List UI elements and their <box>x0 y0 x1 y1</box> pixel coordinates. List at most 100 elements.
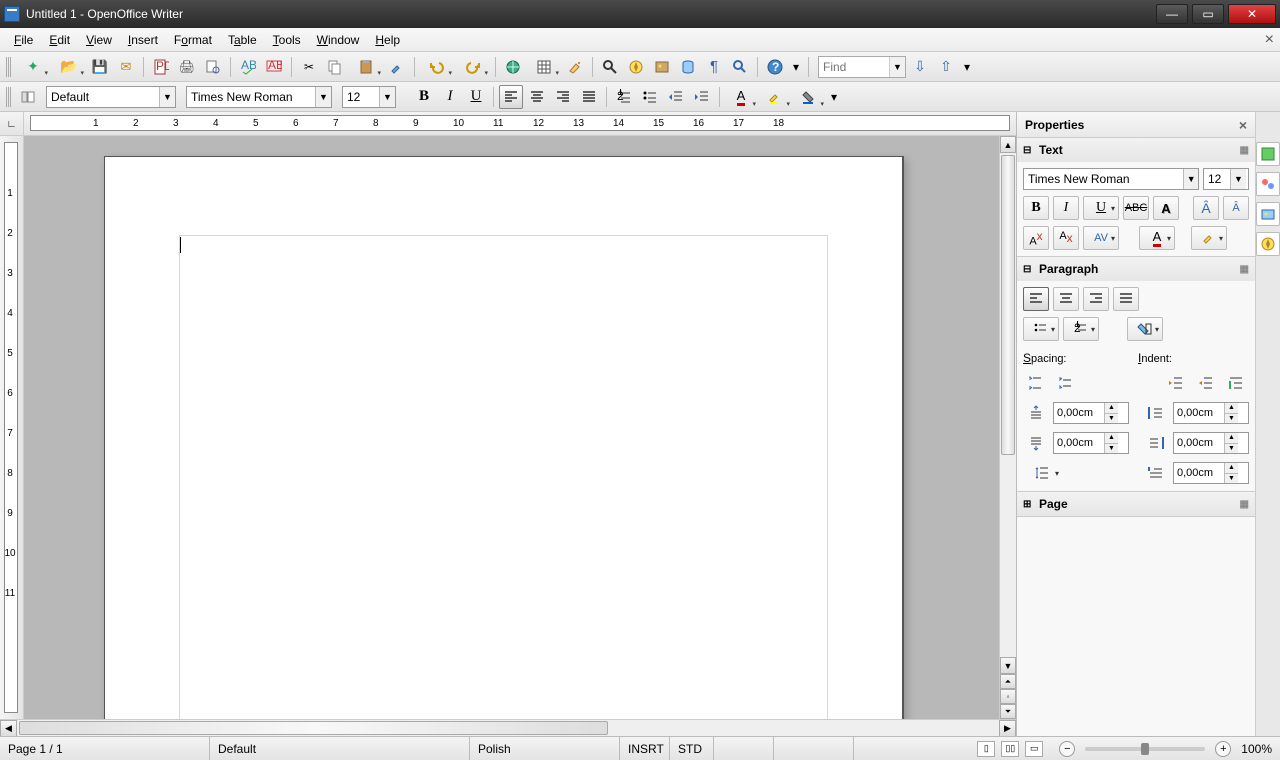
menu-format[interactable]: Format <box>166 30 220 50</box>
spacing-below-spinner[interactable]: ▲▼ <box>1053 432 1129 454</box>
panel-align-justify-button[interactable] <box>1113 287 1139 311</box>
panel-align-right-button[interactable] <box>1083 287 1109 311</box>
vertical-scrollbar[interactable]: ▲ ▼ ⏶ ◦ ⏷ <box>999 136 1016 719</box>
align-center-button[interactable] <box>525 85 549 109</box>
status-page[interactable]: Page 1 / 1 <box>0 737 210 760</box>
font-color-button[interactable]: A <box>725 85 757 109</box>
menu-table[interactable]: Table <box>220 30 265 50</box>
document-canvas[interactable] <box>24 136 999 719</box>
panel-font-name-combo[interactable]: ▼ <box>1023 168 1199 190</box>
toolbar-handle[interactable] <box>6 87 12 107</box>
styles-button[interactable] <box>16 85 40 109</box>
print-button[interactable]: 🖨 <box>175 55 199 79</box>
background-color-button[interactable] <box>793 85 825 109</box>
close-panel-button[interactable]: × <box>1239 117 1247 133</box>
menu-edit[interactable]: Edit <box>41 30 78 50</box>
undo-button[interactable] <box>420 55 454 79</box>
prev-page-button[interactable]: ⏶ <box>1000 674 1016 689</box>
status-signature[interactable] <box>774 737 854 760</box>
panel-bgcolor-button[interactable] <box>1127 317 1163 341</box>
navigator-button[interactable] <box>624 55 648 79</box>
decrease-indent-button[interactable] <box>664 85 688 109</box>
data-sources-button[interactable] <box>676 55 700 79</box>
page-section-header[interactable]: ⊞ Page ▦ <box>1017 492 1255 516</box>
zoom-out-button[interactable]: − <box>1059 741 1075 757</box>
panel-font-name-input[interactable] <box>1024 169 1183 189</box>
panel-subscript-button[interactable]: Ax <box>1053 226 1079 250</box>
increase-indent2-button[interactable] <box>1163 371 1189 395</box>
paragraph-style-dropdown[interactable]: ▼ <box>159 87 175 107</box>
paragraph-style-input[interactable] <box>47 87 159 107</box>
indent-right-spinner[interactable]: ▲▼ <box>1173 432 1249 454</box>
zoom-percent[interactable]: 100% <box>1241 742 1272 756</box>
menu-insert[interactable]: Insert <box>120 30 166 50</box>
status-style[interactable]: Default <box>210 737 470 760</box>
toolbar-handle[interactable] <box>6 57 12 77</box>
menu-help[interactable]: Help <box>367 30 408 50</box>
bold-button[interactable]: B <box>412 85 436 109</box>
numbered-list-button[interactable]: 12 <box>612 85 636 109</box>
status-language[interactable]: Polish <box>470 737 620 760</box>
find-input[interactable] <box>819 57 889 77</box>
indent-left-spinner[interactable]: ▲▼ <box>1173 402 1249 424</box>
find-overflow-button[interactable]: ▾ <box>960 55 974 79</box>
horizontal-ruler[interactable]: /*filled below*/ 12345678910111213141516… <box>30 115 1010 131</box>
panel-bullet-list-button[interactable] <box>1023 317 1059 341</box>
align-justify-button[interactable] <box>577 85 601 109</box>
gallery-button[interactable] <box>650 55 674 79</box>
close-document-button[interactable]: × <box>1265 31 1274 49</box>
increase-spacing-button[interactable] <box>1023 371 1049 395</box>
panel-superscript-button[interactable]: Ax <box>1023 226 1049 250</box>
scroll-right-button[interactable]: ▶ <box>999 720 1016 736</box>
indent-first-spinner[interactable]: ▲▼ <box>1173 462 1249 484</box>
auto-spellcheck-button[interactable]: ABC <box>262 55 286 79</box>
find-next-button[interactable]: ⇩ <box>908 55 932 79</box>
minimize-button[interactable]: — <box>1156 4 1188 24</box>
navigator-tab[interactable] <box>1256 232 1280 256</box>
zoom-thumb[interactable] <box>1141 743 1149 755</box>
zoom-in-button[interactable]: + <box>1215 741 1231 757</box>
panel-font-name-dropdown[interactable]: ▼ <box>1183 169 1198 189</box>
new-document-button[interactable]: ✦ <box>16 55 50 79</box>
panel-font-color-button[interactable]: A <box>1139 226 1175 250</box>
panel-shadow-button[interactable]: A <box>1153 196 1179 220</box>
multi-page-view-button[interactable]: ▯▯ <box>1001 741 1019 757</box>
spacing-above-spinner[interactable]: ▲▼ <box>1053 402 1129 424</box>
single-page-view-button[interactable]: ▯ <box>977 741 995 757</box>
copy-button[interactable] <box>323 55 347 79</box>
nav-button[interactable]: ◦ <box>1000 689 1016 704</box>
italic-button[interactable]: I <box>438 85 462 109</box>
menu-tools[interactable]: Tools <box>265 30 309 50</box>
increase-indent-button[interactable] <box>690 85 714 109</box>
find-dropdown[interactable]: ▼ <box>889 57 905 77</box>
vertical-ruler[interactable]: 1234567891011 <box>0 136 24 719</box>
decrease-spacing-button[interactable] <box>1053 371 1079 395</box>
next-page-button[interactable]: ⏷ <box>1000 704 1016 719</box>
panel-font-size-combo[interactable]: ▼ <box>1203 168 1249 190</box>
zoom-slider[interactable] <box>1085 747 1205 751</box>
status-selection-mode[interactable]: STD <box>670 737 714 760</box>
paste-button[interactable] <box>349 55 383 79</box>
save-button[interactable]: 💾 <box>88 55 112 79</box>
find-replace-button[interactable] <box>598 55 622 79</box>
scroll-down-button[interactable]: ▼ <box>1000 657 1016 674</box>
panel-strike-button[interactable]: ABC <box>1123 196 1149 220</box>
panel-number-list-button[interactable]: 12 <box>1063 317 1099 341</box>
scroll-left-button[interactable]: ◀ <box>0 720 17 736</box>
highlight-button[interactable] <box>759 85 791 109</box>
text-section-header[interactable]: ⊟ Text ▦ <box>1017 138 1255 162</box>
horizontal-scrollbar[interactable]: ◀ ▶ <box>0 719 1016 736</box>
export-pdf-button[interactable]: PDF <box>149 55 173 79</box>
book-view-button[interactable]: ▭ <box>1025 741 1043 757</box>
properties-tab[interactable] <box>1256 142 1280 166</box>
paragraph-style-combo[interactable]: ▼ <box>46 86 176 108</box>
redo-button[interactable] <box>456 55 490 79</box>
panel-spacing-button[interactable]: AV <box>1083 226 1119 250</box>
paragraph-section-header[interactable]: ⊟ Paragraph ▦ <box>1017 257 1255 281</box>
menu-window[interactable]: Window <box>309 30 368 50</box>
menu-file[interactable]: File <box>6 30 41 50</box>
decrease-indent2-button[interactable] <box>1193 371 1219 395</box>
close-button[interactable]: ✕ <box>1228 4 1276 24</box>
section-options-icon[interactable]: ▦ <box>1240 499 1249 510</box>
page[interactable] <box>104 156 904 719</box>
